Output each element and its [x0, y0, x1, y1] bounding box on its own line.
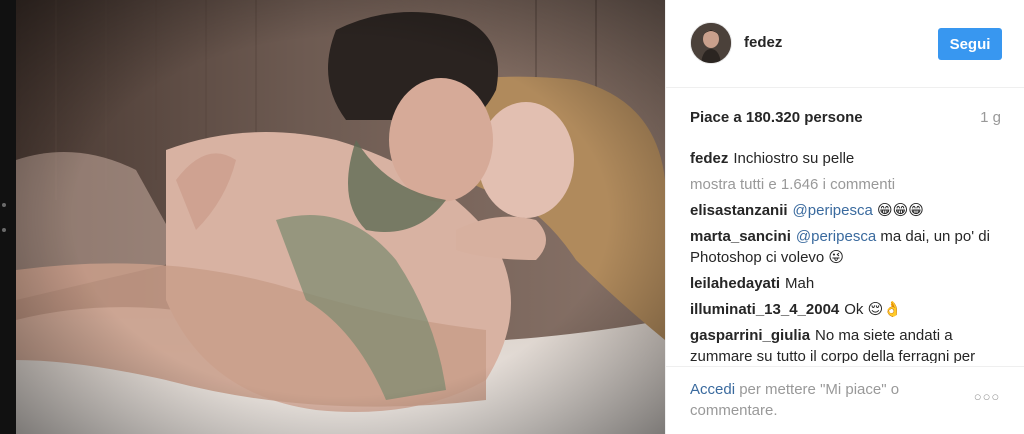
- comment-username[interactable]: gasparrini_giulia: [690, 327, 810, 344]
- comment-text: Mah: [785, 275, 815, 292]
- post-footer: Accedi per mettere "Mi piace" o commenta…: [666, 366, 1024, 434]
- post-photo[interactable]: [16, 0, 665, 434]
- caption: fedez Inchiostro su pelle: [690, 148, 1001, 169]
- post-details-panel: fedez Segui Piace a 180.320 persone 1 g …: [665, 0, 1024, 434]
- comment-mention[interactable]: @peripesca: [796, 228, 876, 245]
- caption-username[interactable]: fedez: [690, 150, 728, 167]
- edge-dot: [2, 228, 6, 232]
- avatar[interactable]: [690, 22, 732, 64]
- comment-item: leilahedayati Mah: [690, 273, 1001, 294]
- comment-item: marta_sancini @peripesca ma dai, un po' d…: [690, 226, 1001, 268]
- avatar-image: [691, 23, 731, 63]
- comment-item: elisastanzanii @peripesca 😁😁😁: [690, 200, 1001, 221]
- comment-text: 😁😁😁: [877, 202, 924, 219]
- comment-username[interactable]: illuminati_13_4_2004: [690, 301, 839, 318]
- edge-dot: [2, 203, 6, 207]
- ellipsis-icon[interactable]: ○○○: [972, 389, 1002, 404]
- comment-item: illuminati_13_4_2004 Ok 😌👌: [690, 299, 1001, 320]
- login-link[interactable]: Accedi: [690, 381, 735, 398]
- comment-username[interactable]: elisastanzanii: [690, 202, 788, 219]
- post-header: fedez Segui: [666, 0, 1024, 88]
- view-all-comments-link[interactable]: mostra tutti e 1.646 i commenti: [690, 174, 1001, 195]
- follow-button[interactable]: Segui: [938, 28, 1002, 60]
- comment-mention[interactable]: @peripesca: [793, 202, 873, 219]
- likes-row: Piace a 180.320 persone 1 g: [690, 109, 1001, 129]
- comment-username[interactable]: marta_sancini: [690, 228, 791, 245]
- comments-list[interactable]: fedez Inchiostro su pelle mostra tutti e …: [690, 148, 1001, 363]
- comment-username[interactable]: leilahedayati: [690, 275, 780, 292]
- caption-text: Inchiostro su pelle: [733, 150, 855, 167]
- likes-count[interactable]: Piace a 180.320 persone: [690, 109, 863, 126]
- modal-backdrop[interactable]: [0, 0, 16, 434]
- comment-item: gasparrini_giulia No ma siete andati a zu…: [690, 325, 1001, 363]
- username[interactable]: fedez: [744, 34, 782, 51]
- photo-image: [16, 0, 665, 434]
- comment-text: Ok 😌👌: [844, 301, 902, 318]
- post-time[interactable]: 1 g: [980, 109, 1001, 126]
- login-prompt: Accedi per mettere "Mi piace" o commenta…: [690, 379, 960, 421]
